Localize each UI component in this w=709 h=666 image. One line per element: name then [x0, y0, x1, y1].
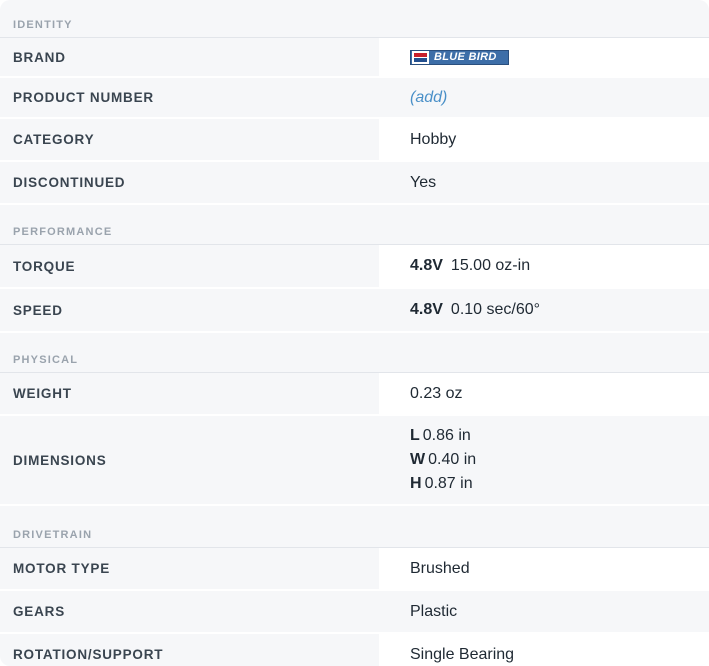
- dimension-width: W 0.40 in: [410, 451, 477, 468]
- spec-row-dimensions: DIMENSIONS L 0.86 in W 0.40 in H 0.87 in: [0, 416, 709, 506]
- brand-logo-text: BLUE BIRD: [434, 51, 497, 63]
- spec-row-brand: BRAND BLUE BIRD: [0, 38, 709, 78]
- spec-label: SPEED: [13, 302, 63, 318]
- spec-row-discontinued: DISCONTINUED Yes: [0, 162, 709, 205]
- spec-label: BRAND: [13, 49, 66, 65]
- section-header-drivetrain: DRIVETRAIN: [0, 506, 709, 548]
- section-header-performance: PERFORMANCE: [0, 205, 709, 245]
- spec-label: TORQUE: [13, 258, 76, 274]
- spec-label: GEARS: [13, 604, 66, 619]
- spec-row-torque: TORQUE 4.8V 15.00 oz-in: [0, 245, 709, 289]
- spec-label: DISCONTINUED: [13, 175, 126, 190]
- spec-label: ROTATION/SUPPORT: [13, 647, 164, 662]
- dimension-height: H 0.87 in: [410, 475, 473, 492]
- spec-label: PRODUCT NUMBER: [13, 90, 154, 105]
- spec-row-rotation-support: ROTATION/SUPPORT Single Bearing: [0, 634, 709, 666]
- spec-value: 4.8V 15.00 oz-in: [379, 245, 709, 287]
- spec-row-product-number: PRODUCT NUMBER (add): [0, 78, 709, 119]
- spec-row-category: CATEGORY Hobby: [0, 119, 709, 162]
- speed-value: 0.10 sec/60°: [450, 301, 541, 318]
- spec-value: Plastic: [379, 591, 709, 632]
- spec-value: BLUE BIRD: [379, 38, 709, 76]
- spec-value: Hobby: [379, 119, 709, 160]
- section-header-identity: IDENTITY: [0, 0, 709, 38]
- spec-row-gears: GEARS Plastic: [0, 591, 709, 634]
- spec-row-speed: SPEED 4.8V 0.10 sec/60°: [0, 289, 709, 333]
- spec-label: DIMENSIONS: [13, 452, 107, 468]
- add-product-number-link[interactable]: (add): [410, 89, 447, 106]
- spec-value: Brushed: [379, 548, 709, 589]
- spec-value: (add): [379, 78, 709, 117]
- specs-card: IDENTITY BRAND BLUE BIRD PRODUCT NUMBER …: [0, 0, 709, 666]
- spec-row-motor-type: MOTOR TYPE Brushed: [0, 548, 709, 591]
- spec-label: CATEGORY: [13, 132, 95, 147]
- dimension-length: L 0.86 in: [410, 427, 471, 444]
- spec-value: Single Bearing: [379, 634, 709, 666]
- spec-label: MOTOR TYPE: [13, 561, 111, 576]
- flag-icon: [412, 50, 429, 64]
- spec-label: WEIGHT: [13, 386, 72, 401]
- torque-value: 15.00 oz-in: [450, 257, 531, 274]
- spec-value: 4.8V 0.10 sec/60°: [379, 289, 709, 331]
- spec-value: 0.23 oz: [379, 373, 709, 414]
- voltage-label: 4.8V: [410, 257, 443, 274]
- spec-value: L 0.86 in W 0.40 in H 0.87 in: [379, 416, 709, 504]
- spec-value: Yes: [379, 162, 709, 203]
- section-header-physical: PHYSICAL: [0, 333, 709, 373]
- brand-logo[interactable]: BLUE BIRD: [410, 49, 509, 65]
- voltage-label: 4.8V: [410, 301, 443, 318]
- spec-row-weight: WEIGHT 0.23 oz: [0, 373, 709, 416]
